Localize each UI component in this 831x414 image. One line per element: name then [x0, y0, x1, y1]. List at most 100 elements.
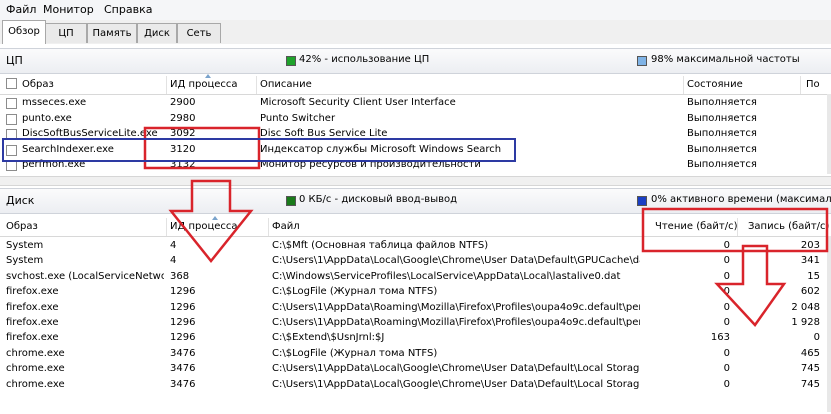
table-row[interactable]: msseces.exe 2900 Microsoft Security Client… [0, 96, 831, 111]
disk-scrollbar[interactable] [827, 236, 831, 412]
row-checkbox[interactable] [6, 129, 17, 140]
table-row[interactable]: System 4 C:\Users\1\AppData\Local\Google\C… [0, 254, 831, 269]
write-bytes: 15 [807, 270, 820, 282]
process-image: chrome.exe [6, 378, 65, 390]
tab-cpu[interactable]: ЦП [45, 23, 87, 43]
process-image: chrome.exe [6, 347, 65, 359]
process-image: firefox.exe [6, 301, 59, 313]
tab-disk[interactable]: Диск [137, 23, 177, 43]
process-id: 3476 [170, 347, 196, 359]
tab-network[interactable]: Сеть [177, 23, 221, 43]
process-image: chrome.exe [6, 363, 65, 375]
row-checkbox[interactable] [6, 160, 17, 171]
row-checkbox[interactable] [6, 113, 17, 125]
read-bytes: 0 [723, 240, 730, 251]
cpu-col-pid[interactable]: ИД процесса [170, 79, 238, 90]
tab-memory[interactable]: Память [87, 23, 137, 43]
disk-col-file[interactable]: Файл [272, 221, 300, 232]
cpu-col-state[interactable]: Состояние [687, 79, 743, 90]
table-row[interactable]: svchost.exe (LocalServiceNetwo... 368 C:\W… [0, 270, 831, 285]
menu-file[interactable]: Файл [6, 3, 36, 16]
write-bytes: 465 [800, 347, 820, 359]
table-row[interactable]: punto.exe 2980 Punto Switcher Выполняется [0, 112, 831, 127]
table-row[interactable]: chrome.exe 3476 C:\Users\1\AppData\Local\G… [0, 378, 831, 393]
cpu-select-all-checkbox[interactable] [6, 78, 17, 89]
disk-col-write[interactable]: Запись (байт/с) [748, 221, 829, 232]
column-separator[interactable] [166, 76, 167, 94]
process-image: svchost.exe (LocalServiceNetwo... [6, 270, 164, 282]
write-bytes: 2 048 [791, 301, 820, 313]
write-bytes: 745 [800, 378, 820, 390]
row-checkbox[interactable] [6, 98, 17, 109]
disk-col-read[interactable]: Чтение (байт/с) [655, 221, 738, 232]
file-path: C:\Windows\ServiceProfiles\LocalService\… [272, 270, 621, 282]
file-path: C:\Users\1\AppData\Roaming\Mozilla\Firef… [272, 301, 640, 313]
table-row[interactable]: firefox.exe 1296 C:\$Extend\$UsnJrnl:$J 163… [0, 331, 831, 346]
read-bytes: 0 [723, 363, 730, 375]
menu-bar: Файл Монитор Справка [0, 0, 831, 21]
read-bytes: 0 [723, 286, 730, 298]
table-row[interactable]: chrome.exe 3476 C:\Users\1\AppData\Local\G… [0, 362, 831, 377]
process-description: Монитор ресурсов и производительности [260, 159, 481, 170]
table-row[interactable]: chrome.exe 3476 C:\$LogFile (Журнал тома N… [0, 347, 831, 362]
process-id: 1296 [170, 332, 196, 344]
process-image: System [6, 255, 44, 267]
cpu-usage-swatch [286, 56, 296, 66]
cpu-usage-stat: 42% - использование ЦП [299, 54, 430, 65]
table-row[interactable]: firefox.exe 1296 C:\Users\1\AppData\Roamin… [0, 301, 831, 316]
file-path: C:\$LogFile (Журнал тома NTFS) [272, 286, 438, 298]
read-bytes: 0 [723, 347, 730, 359]
process-image: System [6, 240, 44, 251]
process-id: 1296 [170, 301, 196, 313]
process-id: 2900 [170, 97, 196, 108]
write-bytes: 1 928 [791, 317, 820, 328]
disk-column-header: Образ ИД процесса Файл Чтение (байт/с) З… [0, 216, 831, 237]
write-bytes: 745 [800, 363, 820, 375]
cpu-col-description[interactable]: Описание [260, 79, 312, 90]
process-image: msseces.exe [22, 97, 87, 108]
process-image: DiscSoftBusServiceLite.exe [22, 128, 158, 139]
file-path: C:\$Extend\$UsnJrnl:$J [272, 332, 385, 344]
disk-col-image[interactable]: Образ [6, 221, 38, 232]
disk-col-pid[interactable]: ИД процесса [170, 221, 238, 232]
process-image: firefox.exe [6, 286, 59, 298]
cpu-section-header[interactable]: ЦП 42% - использование ЦП 98% максимальн… [0, 48, 831, 74]
process-description: Punto Switcher [260, 112, 336, 124]
cpu-scrollbar[interactable] [827, 94, 831, 174]
column-separator[interactable] [642, 218, 643, 236]
sort-ascending-icon [212, 216, 218, 220]
row-checkbox[interactable] [6, 144, 17, 156]
process-id: 3476 [170, 363, 196, 375]
column-separator[interactable] [268, 218, 269, 236]
process-state: Выполняется [687, 143, 757, 155]
disk-io-swatch [286, 196, 296, 206]
column-separator[interactable] [166, 218, 167, 236]
cpu-frequency-swatch [637, 56, 647, 66]
disk-section-header[interactable]: Диск 0 КБ/с - дисковый ввод-вывод 0% акт… [0, 188, 831, 214]
table-row[interactable]: System 4 C:\$Mft (Основная таблица файлов … [0, 239, 831, 254]
read-bytes: 0 [723, 270, 730, 282]
table-row[interactable]: SearchIndexer.exe 3120 Индексатор службы M… [0, 143, 831, 158]
menu-monitor[interactable]: Монитор [43, 3, 94, 16]
file-path: C:\$Mft (Основная таблица файлов NTFS) [272, 240, 489, 251]
cpu-frequency-stat: 98% максимальной частоты [651, 54, 800, 65]
table-row[interactable]: DiscSoftBusServiceLite.exe 3092 Disc Soft … [0, 127, 831, 142]
column-separator[interactable] [737, 218, 738, 236]
write-bytes: 0 [813, 332, 820, 344]
file-path: C:\Users\1\AppData\Local\Google\Chrome\U… [272, 363, 640, 375]
table-row[interactable]: firefox.exe 1296 C:\Users\1\AppData\Roamin… [0, 316, 831, 331]
column-separator[interactable] [683, 76, 684, 94]
tab-overview[interactable]: Обзор [2, 20, 46, 44]
process-state: Выполняется [687, 112, 757, 124]
process-id: 4 [170, 255, 177, 267]
disk-active-stat: 0% активного времени (максимальн [651, 194, 831, 205]
table-row[interactable]: firefox.exe 1296 C:\$LogFile (Журнал тома … [0, 285, 831, 300]
column-separator[interactable] [800, 76, 801, 94]
menu-help[interactable]: Справка [104, 3, 152, 16]
table-row[interactable]: perfmon.exe 3132 Монитор ресурсов и произв… [0, 158, 831, 173]
section-divider[interactable] [0, 176, 831, 186]
cpu-col-image[interactable]: Образ [22, 79, 54, 90]
column-separator[interactable] [256, 76, 257, 94]
disk-section-title: Диск [6, 194, 35, 207]
cpu-col-more[interactable]: По [806, 79, 820, 90]
